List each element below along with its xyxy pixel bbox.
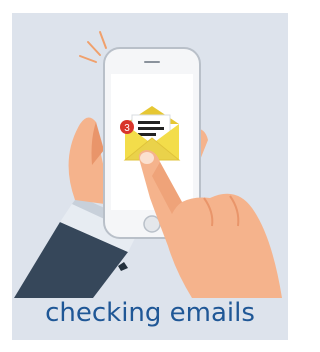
pointing-hand <box>138 150 282 298</box>
caption-label: checking emails <box>45 298 255 328</box>
notification-badge: 3 <box>120 120 134 134</box>
excitement-lines <box>79 31 107 63</box>
notification-count: 3 <box>124 123 130 134</box>
